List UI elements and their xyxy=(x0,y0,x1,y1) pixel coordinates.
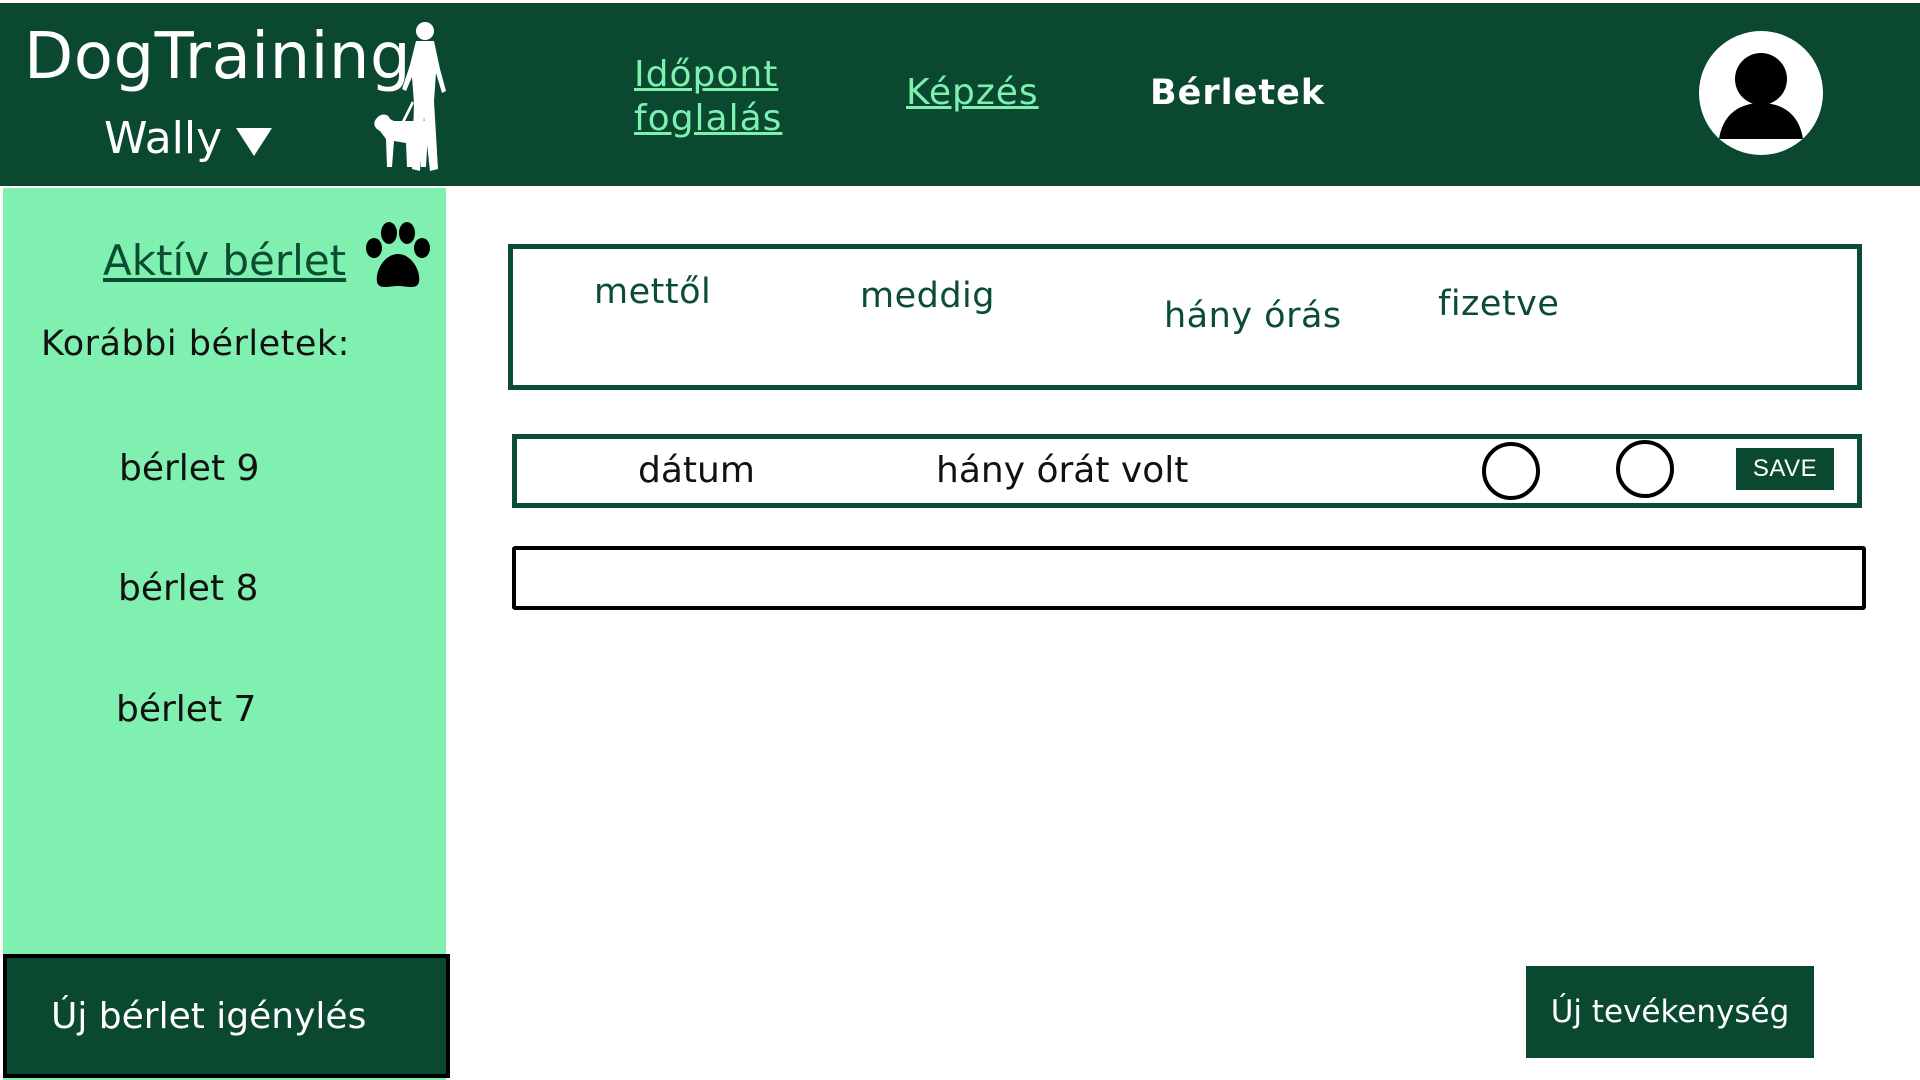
radio-option-2[interactable] xyxy=(1616,440,1674,498)
entry-hours[interactable]: hány órát volt xyxy=(936,450,1188,491)
avatar[interactable] xyxy=(1699,31,1823,155)
sidebar-item-active-pass[interactable]: Aktív bérlet xyxy=(103,236,346,286)
empty-activity-row[interactable] xyxy=(512,546,1866,610)
brand-title: DogTraining xyxy=(24,20,412,94)
chevron-down-icon xyxy=(236,128,273,156)
sidebar-item-berlet-8[interactable]: bérlet 8 xyxy=(118,568,258,609)
active-pass-panel: mettől meddig hány órás fizetve xyxy=(508,244,1862,390)
sidebar: Aktív bérlet Korábbi bérletek: bérlet 9 … xyxy=(3,188,450,1080)
save-button[interactable]: SAVE xyxy=(1736,448,1834,490)
new-pass-request-button[interactable]: Új bérlet igénylés xyxy=(3,954,450,1078)
nav-berletek[interactable]: Bérletek xyxy=(1150,71,1325,115)
sidebar-item-berlet-7[interactable]: bérlet 7 xyxy=(116,689,256,730)
column-paid: fizetve xyxy=(1438,284,1560,324)
entry-date[interactable]: dátum xyxy=(638,450,755,491)
paw-icon xyxy=(366,222,430,287)
nav-idopont-foglalas[interactable]: Időpont foglalás xyxy=(634,53,804,141)
dog-name: Wally xyxy=(104,113,223,164)
sidebar-item-berlet-9[interactable]: bérlet 9 xyxy=(119,448,259,489)
new-activity-button[interactable]: Új tevékenység xyxy=(1526,966,1814,1058)
activity-entry-row: dátum hány órát volt SAVE xyxy=(512,434,1862,508)
user-icon xyxy=(1719,53,1803,139)
top-header: DogTraining Wally Időpont foglalás Képzé… xyxy=(0,0,1920,186)
nav-kepzes[interactable]: Képzés xyxy=(906,71,1039,115)
person-with-dog-icon xyxy=(374,22,446,171)
column-hours: hány órás xyxy=(1164,296,1342,336)
column-to: meddig xyxy=(860,276,996,316)
dog-selector[interactable]: Wally xyxy=(104,113,273,165)
column-from: mettől xyxy=(594,272,712,312)
previous-passes-label: Korábbi bérletek: xyxy=(41,324,350,364)
radio-option-1[interactable] xyxy=(1482,442,1540,500)
